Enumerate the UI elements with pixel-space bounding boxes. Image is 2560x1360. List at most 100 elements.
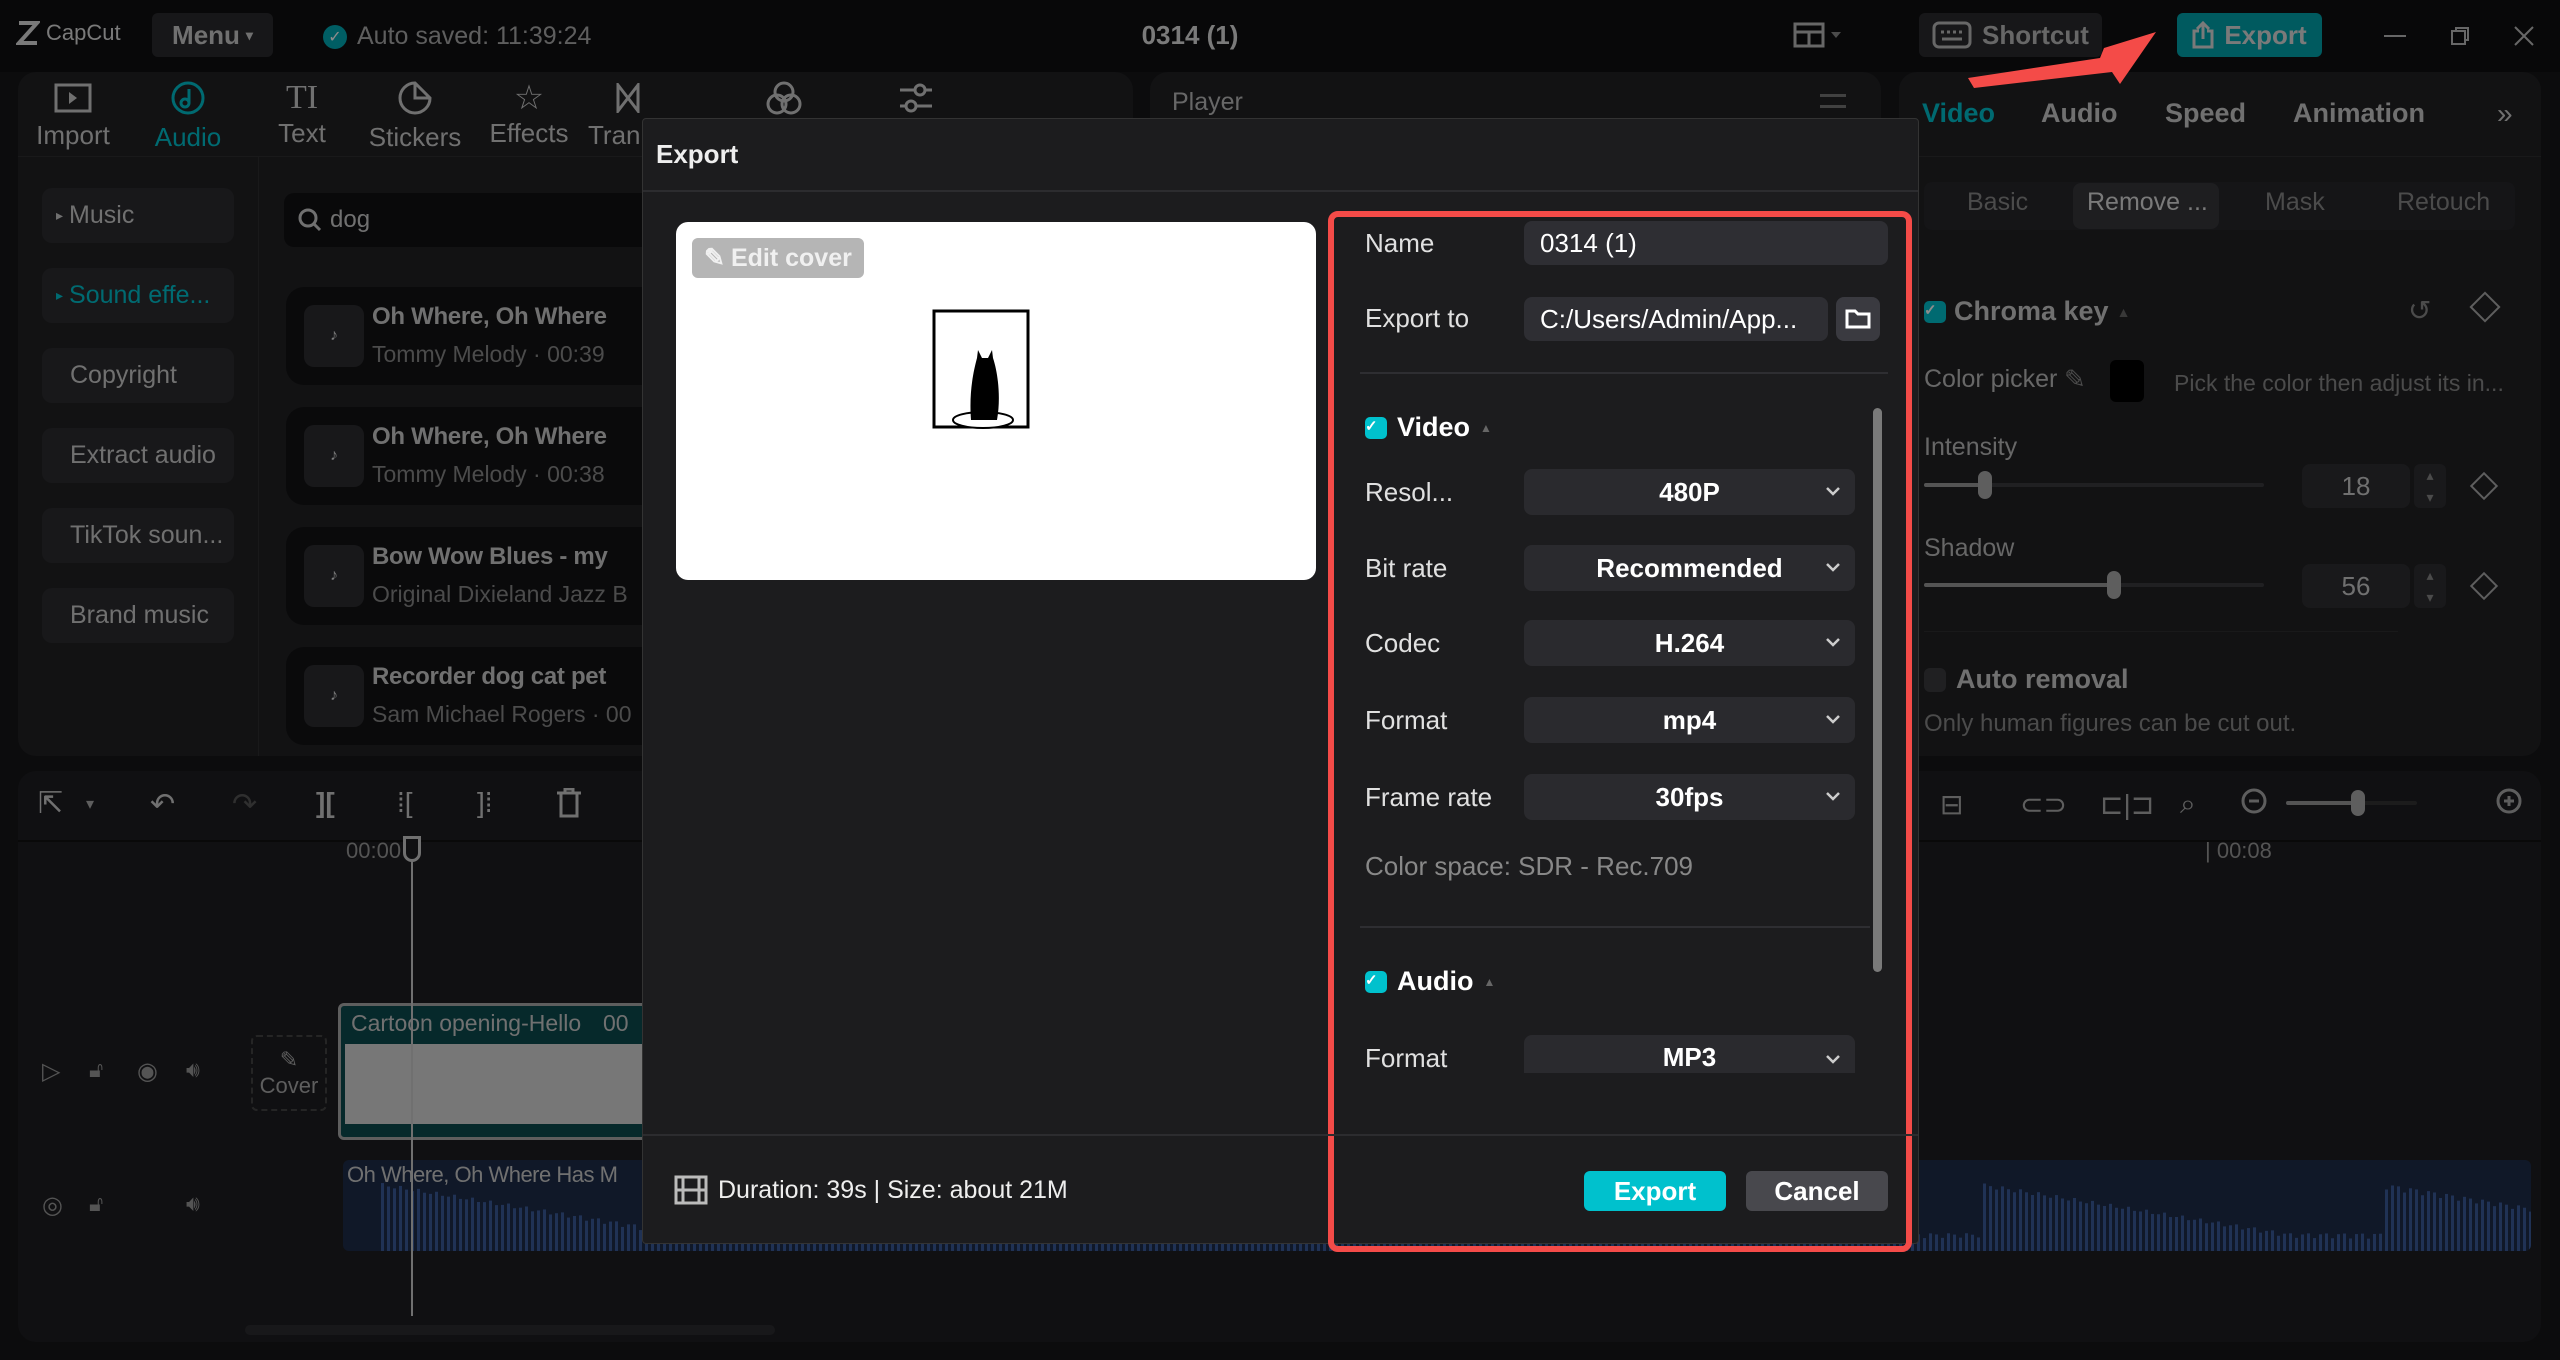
codec-select[interactable]: H.264	[1524, 620, 1855, 666]
tab-video[interactable]: Video	[1922, 98, 1995, 129]
menu-icon[interactable]	[1820, 94, 1846, 108]
redo-icon[interactable]: ↷	[232, 787, 257, 822]
waveform-bar	[387, 1186, 390, 1251]
lock-icon[interactable]: 🔓︎	[89, 1057, 103, 1083]
sidebar-item-brand-music[interactable]: Brand music	[42, 588, 234, 643]
waveform-bar	[2505, 1204, 2508, 1251]
waveform-bar	[2427, 1191, 2430, 1251]
stepper-icon[interactable]: ▴ ▾	[2414, 564, 2446, 608]
waveform-bar	[2211, 1222, 2214, 1251]
top-export-button[interactable]: Export	[2177, 13, 2322, 57]
split-audio-icon[interactable]: ⊏|⊐	[2100, 788, 2154, 821]
tab-audio[interactable]: Audio	[138, 78, 238, 153]
trim-right-icon[interactable]: ]⁞	[477, 787, 493, 819]
tab-text[interactable]: TI Text	[252, 78, 352, 149]
waveform-bar	[2391, 1185, 2394, 1251]
zoom-out-icon[interactable]	[2240, 787, 2270, 817]
slider-thumb[interactable]	[2351, 790, 2366, 816]
stepper-icon[interactable]: ▴ ▾	[2414, 464, 2446, 508]
chroma-key-toggle[interactable]: ✓ Chroma key ▲	[1924, 296, 2130, 327]
delete-icon[interactable]	[556, 788, 582, 818]
intensity-value[interactable]: 18	[2302, 464, 2410, 508]
shadow-slider[interactable]	[1924, 571, 2264, 599]
subtab-mask[interactable]: Mask	[2265, 188, 2325, 217]
tab-speed[interactable]: Speed	[2165, 98, 2246, 129]
timeline-zoom-slider[interactable]	[2286, 790, 2417, 816]
format-select[interactable]: mp4	[1524, 697, 1855, 743]
more-tabs-icon[interactable]: »	[2497, 98, 2513, 130]
export-button[interactable]: Export	[1584, 1171, 1726, 1211]
select-tool-icon[interactable]: ⇱	[38, 786, 63, 821]
name-input[interactable]: 0314 (1)	[1524, 221, 1888, 265]
undo-icon[interactable]: ↶	[150, 787, 175, 822]
chevron-down-icon[interactable]: ▾	[86, 794, 94, 814]
export-path-input[interactable]: C:/Users/Admin/App...	[1524, 297, 1828, 341]
auto-removal-toggle[interactable]: Auto removal	[1924, 664, 2129, 695]
subtab-basic[interactable]: Basic	[1967, 188, 2028, 217]
bitrate-select[interactable]: Recommended	[1524, 545, 1855, 591]
menu-button[interactable]: Menu ▾	[152, 13, 273, 57]
tab-adjust[interactable]	[866, 78, 966, 122]
color-swatch[interactable]	[2110, 360, 2144, 402]
frame-rate-select[interactable]: 30fps	[1524, 774, 1855, 820]
close-icon[interactable]	[2513, 25, 2535, 47]
waveform-bar	[2403, 1192, 2406, 1251]
split-icon[interactable]: ][	[316, 787, 335, 819]
eyedropper-icon[interactable]: ✎	[2064, 364, 2086, 395]
slider-thumb[interactable]	[2107, 571, 2122, 599]
freeze-icon[interactable]: ⊟	[1940, 788, 1963, 821]
trim-left-icon[interactable]: ⁞[	[397, 787, 413, 819]
waveform-bar	[591, 1218, 594, 1251]
link-icon[interactable]: ⊂⊃	[2020, 788, 2067, 821]
slider-thumb[interactable]	[1978, 471, 1993, 499]
waveform-bar	[2073, 1197, 2076, 1251]
audio-format-select[interactable]: MP3	[1524, 1035, 1855, 1073]
audio-section-toggle[interactable]: ✓ Audio ▲	[1365, 966, 1495, 997]
playhead-handle[interactable]	[403, 836, 421, 862]
reset-icon[interactable]: ↺	[2408, 294, 2431, 327]
settings-scrollbar[interactable]	[1873, 408, 1882, 972]
eye-icon[interactable]: ◉	[137, 1057, 158, 1086]
waveform-bar	[2217, 1221, 2220, 1251]
restore-icon[interactable]	[2450, 26, 2470, 46]
cancel-button[interactable]: Cancel	[1746, 1171, 1888, 1211]
timeline-scrollbar[interactable]	[245, 1325, 775, 1335]
sidebar-item-music[interactable]: ▸ Music	[42, 188, 234, 243]
volume-icon[interactable]: 🔊︎	[186, 1191, 200, 1217]
volume-icon[interactable]: 🔊︎	[186, 1057, 200, 1083]
zoom-fit-icon[interactable]: ⌕	[2180, 788, 2196, 821]
waveform-bar	[2103, 1205, 2106, 1251]
waveform-bar	[1971, 1234, 1974, 1251]
sidebar-item-copyright[interactable]: Copyright	[42, 348, 234, 403]
zoom-in-icon[interactable]	[2495, 787, 2525, 817]
tab-import[interactable]: Import	[23, 78, 123, 151]
cover-button[interactable]: ✎ Cover	[251, 1035, 327, 1111]
tab-stickers[interactable]: Stickers	[365, 78, 465, 153]
edit-cover-button[interactable]: ✎ Edit cover	[692, 238, 864, 278]
minimize-icon[interactable]	[2384, 35, 2406, 37]
sidebar-item-tiktok-sounds[interactable]: TikTok soun...	[42, 508, 234, 563]
waveform-bar	[1983, 1183, 1986, 1251]
title-bar: CapCut Menu ▾ ✓ Auto saved: 11:39:24 0314…	[0, 0, 2560, 72]
intensity-slider[interactable]	[1924, 471, 2264, 499]
layout-icon[interactable]	[1793, 22, 1843, 48]
browse-folder-button[interactable]	[1836, 297, 1880, 341]
subtab-retouch[interactable]: Retouch	[2397, 188, 2490, 217]
tab-filters[interactable]	[734, 78, 834, 122]
waveform-bar	[525, 1206, 528, 1251]
subtab-remove-bg[interactable]: Remove ...	[2087, 188, 2208, 217]
playhead[interactable]	[411, 836, 413, 1316]
resolution-select[interactable]: 480P	[1524, 469, 1855, 515]
tab-audio-props[interactable]: Audio	[2041, 98, 2117, 129]
tab-animation[interactable]: Animation	[2293, 98, 2425, 129]
waveform-bar	[2001, 1186, 2004, 1251]
tab-transitions[interactable]: Tran	[588, 78, 641, 151]
divider	[1360, 926, 1870, 928]
check-circle-icon: ✓	[323, 24, 347, 49]
lock-icon[interactable]: 🔓︎	[89, 1191, 103, 1217]
video-section-toggle[interactable]: ✓ Video ▲	[1365, 412, 1492, 443]
sidebar-item-sound-effects[interactable]: ▸ Sound effe...	[42, 268, 234, 323]
tab-effects[interactable]: ☆ Effects	[479, 78, 579, 149]
shadow-value[interactable]: 56	[2302, 564, 2410, 608]
sidebar-item-extract-audio[interactable]: Extract audio	[42, 428, 234, 483]
